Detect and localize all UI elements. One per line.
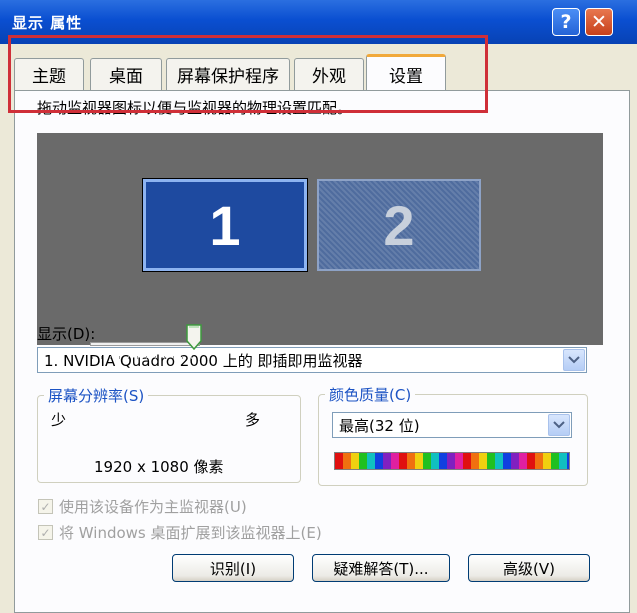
button-label: 高级(V) bbox=[503, 559, 555, 578]
monitor-1-icon[interactable]: 1 bbox=[142, 178, 308, 272]
identify-button[interactable]: 识别(I) bbox=[172, 554, 294, 582]
button-label: 识别(I) bbox=[209, 559, 257, 578]
resolution-value: 1920 x 1080 像素 bbox=[94, 458, 224, 476]
checkbox-label: 将 Windows 桌面扩展到该监视器上(E) bbox=[59, 524, 322, 542]
primary-monitor-checkbox[interactable]: ✓ 使用该设备作为主监视器(U) bbox=[38, 496, 247, 517]
color-quality-label: 颜色质量(C) bbox=[325, 384, 416, 405]
window-title: 显示 属性 bbox=[12, 14, 83, 32]
monitor-number: 2 bbox=[383, 193, 415, 257]
close-button[interactable]: ✕ bbox=[585, 8, 613, 36]
resolution-label: 屏幕分辨率(S) bbox=[44, 385, 149, 406]
display-select[interactable]: 1. NVIDIA Quadro 2000 上的 即插即用监视器 bbox=[37, 347, 587, 373]
checkmark-icon: ✓ bbox=[38, 499, 53, 514]
slider-ticks bbox=[92, 356, 200, 359]
extend-desktop-checkbox[interactable]: ✓ 将 Windows 桌面扩展到该监视器上(E) bbox=[38, 522, 322, 543]
highlight-box bbox=[8, 35, 488, 113]
chevron-down-icon[interactable] bbox=[548, 414, 570, 436]
chevron-down-icon[interactable] bbox=[563, 349, 585, 371]
monitor-number: 1 bbox=[209, 193, 241, 257]
checkbox-label: 使用该设备作为主监视器(U) bbox=[59, 498, 247, 516]
color-quality-select[interactable]: 最高(32 位) bbox=[332, 412, 572, 438]
slider-max-label: 多 bbox=[245, 411, 261, 429]
advanced-button[interactable]: 高级(V) bbox=[468, 554, 590, 582]
monitor-arrangement[interactable]: 1 2 bbox=[37, 133, 603, 345]
color-quality-group: 颜色质量(C) bbox=[318, 384, 588, 486]
slider-min-label: 少 bbox=[51, 411, 67, 429]
troubleshoot-button[interactable]: 疑难解答(T)... bbox=[312, 554, 450, 582]
close-icon: ✕ bbox=[591, 11, 607, 33]
monitor-2-icon[interactable]: 2 bbox=[317, 179, 481, 271]
color-spectrum bbox=[334, 452, 570, 470]
color-quality-value: 最高(32 位) bbox=[339, 416, 420, 435]
resolution-slider-thumb[interactable] bbox=[186, 324, 202, 351]
display-label: 显示(D): bbox=[37, 325, 96, 343]
help-icon: ? bbox=[560, 11, 572, 33]
checkmark-icon: ✓ bbox=[38, 525, 53, 540]
display-value: 1. NVIDIA Quadro 2000 上的 即插即用监视器 bbox=[44, 351, 363, 370]
help-button[interactable]: ? bbox=[552, 8, 580, 36]
resolution-slider-track[interactable] bbox=[90, 342, 200, 346]
button-label: 疑难解答(T)... bbox=[333, 559, 429, 578]
